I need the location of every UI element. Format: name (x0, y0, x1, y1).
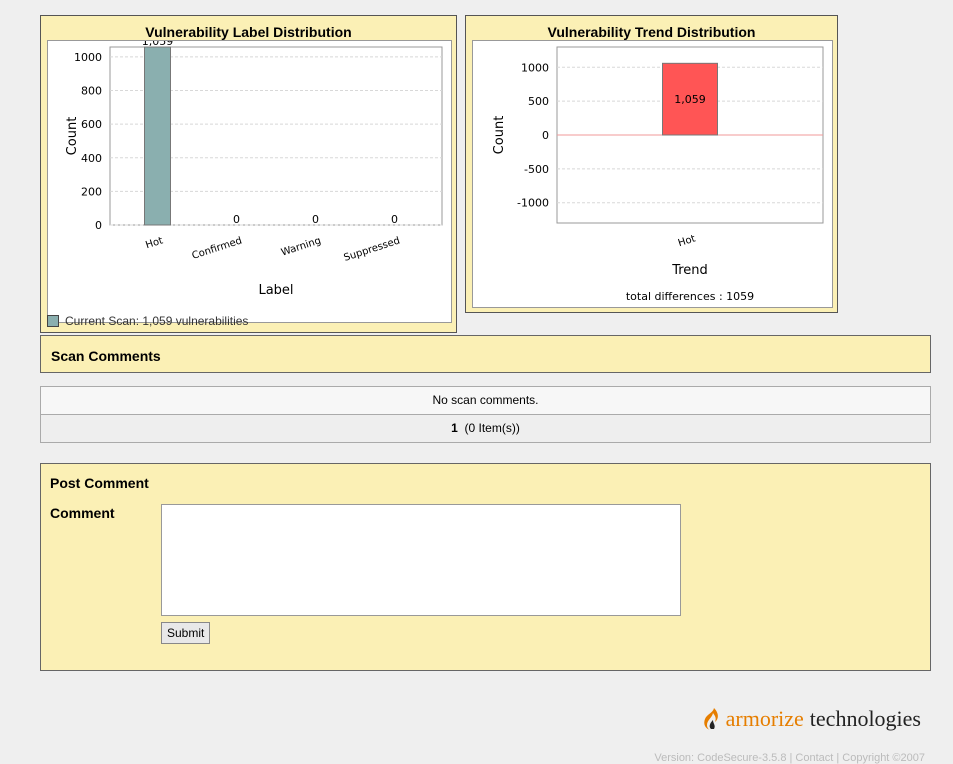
logo-accent-text: armorize (725, 706, 804, 731)
logo-rest-text: technologies (809, 706, 921, 731)
data-label: 0 (312, 213, 319, 226)
y-tick-label: 1000 (74, 51, 102, 64)
y-tick-label: 0 (542, 129, 549, 142)
post-comment-section: Post Comment Comment Submit (40, 463, 931, 671)
page-number[interactable]: 1 (451, 421, 458, 435)
x-tick-label: Warning (280, 235, 323, 258)
trend-chart: -1000 -500 0 500 1000 1,059 Hot Count Trend total… (492, 46, 824, 303)
comment-label: Comment (50, 505, 115, 521)
total-differences: total differences : 1059 (626, 290, 754, 303)
trend-distribution-panel: Vulnerability Trend Distribution -1000 -5… (465, 15, 838, 313)
company-logo: armorize technologies (702, 706, 921, 732)
scan-comments-title: Scan Comments (51, 348, 161, 364)
label-chart-area: 0 200 400 600 800 1000 1,059 Hot 0 Confirmed 0 Warn… (47, 35, 452, 323)
data-label: 1,059 (674, 93, 706, 106)
label-chart-title: Vulnerability Label Distribution (145, 24, 352, 40)
submit-button[interactable]: Submit (161, 622, 211, 644)
y-axis-label: Count (492, 116, 507, 155)
pagination-row: 1 (0 Item(s)) (41, 414, 930, 442)
y-tick-label: -500 (524, 163, 549, 176)
item-count: (0 Item(s)) (464, 421, 520, 435)
x-tick-label: Hot (677, 233, 697, 249)
x-tick-label: Suppressed (343, 235, 402, 263)
y-tick-label: 600 (81, 118, 102, 131)
data-label: 0 (391, 213, 398, 226)
footer-text[interactable]: Version: CodeSecure-3.5.8 | Contact | Co… (654, 752, 925, 764)
bar (144, 46, 171, 226)
legend-swatch (47, 315, 59, 327)
data-label: 1,059 (142, 41, 174, 48)
label-chart-legend: Current Scan: 1,059 vulnerabilities (47, 314, 248, 328)
y-tick-label: 500 (528, 95, 549, 108)
y-tick-label: 0 (95, 219, 102, 232)
y-axis-label: Count (65, 117, 80, 156)
x-axis-label: Trend (671, 263, 708, 278)
y-tick-label: 800 (81, 85, 102, 98)
comment-textarea[interactable] (161, 504, 681, 616)
x-tick-label: Hot (144, 235, 164, 251)
post-comment-title: Post Comment (50, 475, 149, 491)
y-tick-label: 1000 (521, 61, 549, 74)
empty-comments-row: No scan comments. (41, 387, 930, 414)
label-distribution-panel: Vulnerability Label Distribution 0 200 400… (40, 15, 457, 333)
x-axis-label: Label (258, 283, 293, 298)
trend-chart-area: -1000 -500 0 500 1000 1,059 Hot Count Trend total… (472, 40, 833, 308)
legend-text: Current Scan: 1,059 vulnerabilities (65, 314, 249, 328)
scan-comments-table: No scan comments. 1 (0 Item(s)) (40, 386, 931, 443)
label-chart: 0 200 400 600 800 1000 1,059 Hot 0 Confirmed 0 Warn… (65, 35, 443, 298)
y-tick-label: -1000 (517, 197, 549, 210)
flame-icon (703, 708, 718, 730)
y-tick-label: 400 (81, 152, 102, 165)
scan-comments-header: Scan Comments (40, 335, 931, 373)
empty-comments-text: No scan comments. (432, 393, 539, 407)
x-tick-label: Confirmed (191, 235, 244, 262)
y-tick-label: 200 (81, 185, 102, 198)
data-label: 0 (233, 213, 240, 226)
trend-chart-title: Vulnerability Trend Distribution (547, 24, 756, 40)
